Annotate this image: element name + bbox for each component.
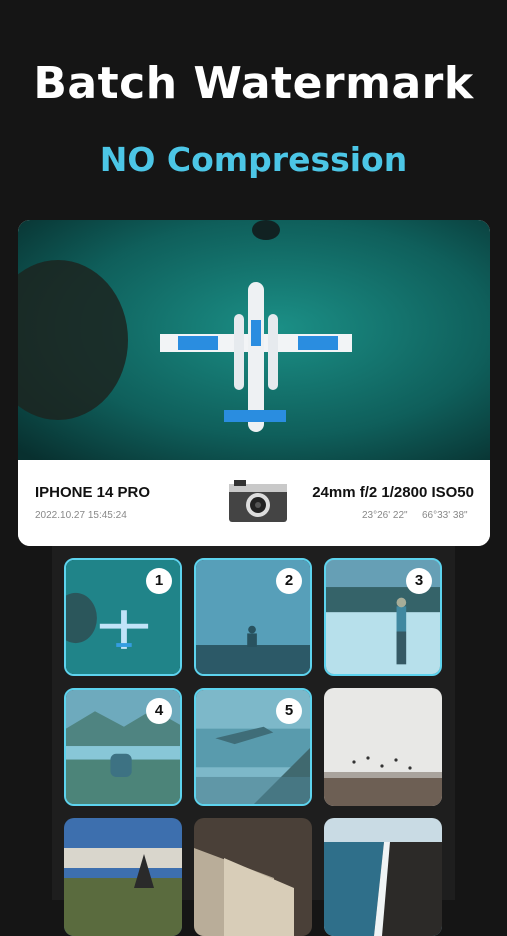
photo-tile-1[interactable]: 1 xyxy=(64,558,182,676)
selection-order-badge: 4 xyxy=(146,698,172,724)
page-title: Batch Watermark xyxy=(33,58,474,109)
selection-order-badge: 3 xyxy=(406,568,432,594)
gps-longitude: 66°33' 38" xyxy=(422,510,468,521)
photo-tile-7[interactable] xyxy=(64,818,182,936)
photo-tile-8[interactable] xyxy=(194,818,312,936)
photo-tile-3[interactable]: 3 xyxy=(324,558,442,676)
device-name: IPHONE 14 PRO xyxy=(35,484,151,501)
black-sand-thumbnail xyxy=(324,818,442,936)
photo-tile-4[interactable]: 4 xyxy=(64,688,182,806)
selection-order-badge: 5 xyxy=(276,698,302,724)
photo-tile-6[interactable] xyxy=(324,688,442,806)
seaplane-aerial-photo xyxy=(18,220,490,460)
rock-pillars-thumbnail xyxy=(64,818,182,936)
page-subtitle: NO Compression xyxy=(99,140,408,179)
watermark-preview-card[interactable]: IPHONE 14 PRO 2022.10.27 15:45:24 24mm f… xyxy=(18,220,490,546)
capture-datetime: 2022.10.27 15:45:24 xyxy=(35,510,127,521)
photo-tile-5[interactable]: 5 xyxy=(194,688,312,806)
exif-info-bar: IPHONE 14 PRO 2022.10.27 15:45:24 24mm f… xyxy=(18,460,490,546)
photo-tile-2[interactable]: 2 xyxy=(194,558,312,676)
photo-grid: 1 2 3 4 5 xyxy=(52,546,455,936)
gps-latitude: 23°26' 22" xyxy=(362,510,408,521)
book-pages-thumbnail xyxy=(194,818,312,936)
selection-order-badge: 2 xyxy=(276,568,302,594)
camera-icon xyxy=(229,480,287,522)
photo-tile-9[interactable] xyxy=(324,818,442,936)
birds-beach-thumbnail xyxy=(324,688,442,806)
selection-order-badge: 1 xyxy=(146,568,172,594)
exif-settings: 24mm f/2 1/2800 ISO50 xyxy=(312,484,474,501)
